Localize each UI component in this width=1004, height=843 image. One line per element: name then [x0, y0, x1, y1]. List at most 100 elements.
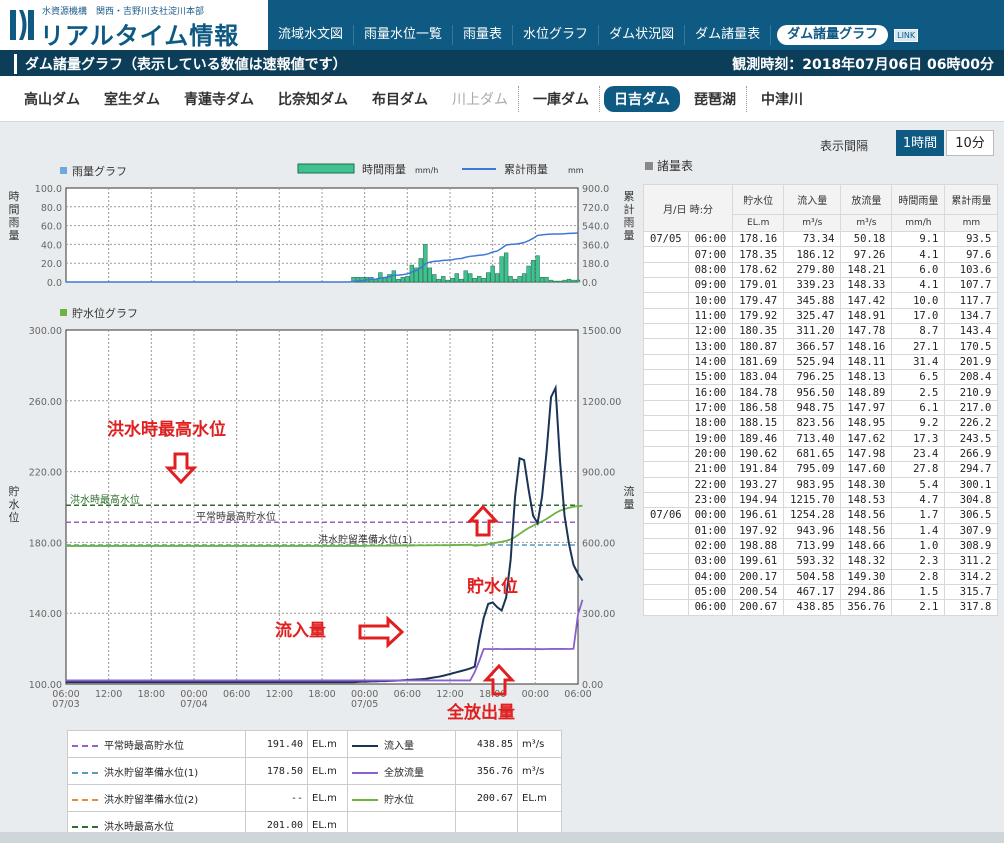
tab-takayama[interactable]: 高山ダム [14, 86, 90, 112]
legend-table: 平常時最高貯水位 191.40 EL.m 流入量 438.85 m³/s 洪水貯留準備水位(… [67, 730, 562, 839]
table-row: 18:00 188.15 823.56 148.95 9.2 226.2 [643, 415, 999, 432]
rain-bar [566, 278, 572, 283]
nav-rain-level-list[interactable]: 雨量水位一覧 [354, 25, 454, 45]
rain-bar [530, 260, 536, 283]
nav-rain-table[interactable]: 雨量表 [453, 25, 514, 45]
table-cell: 304.8 [944, 491, 999, 509]
legend-series-name: 流入量 [347, 730, 456, 758]
table-row: 21:00 191.84 795.09 147.60 27.8 294.7 [643, 461, 999, 478]
legend-row: 洪水貯留準備水位(1) 178.50 EL.m 全放流量 356.76 m³/s [67, 757, 562, 785]
legend-line-swatch [352, 771, 378, 774]
tab-biwako[interactable]: 琵琶湖 [684, 85, 747, 112]
table-row: 05:00 200.54 467.17 294.86 1.5 315.7 [643, 583, 999, 601]
level-xtick: 12:00 [95, 689, 122, 700]
legend-ref-unit: EL.m [307, 730, 348, 758]
table-cell: 366.57 [783, 338, 842, 355]
cell-time: 15:00 [688, 369, 734, 386]
table-cell: 1.4 [891, 522, 946, 539]
rain-y2tick: 0.0 [582, 278, 597, 289]
table-cell: 200.17 [732, 568, 785, 585]
rain-y2tick: 720.0 [582, 203, 609, 214]
legend-ref-name: 平常時最高貯水位 [67, 730, 246, 758]
table-cell: 681.65 [783, 445, 842, 463]
cell-date [643, 461, 689, 478]
table-cell: 266.9 [944, 445, 999, 463]
cell-time: 06:00 [688, 599, 734, 616]
table-cell: 179.01 [732, 277, 785, 294]
tab-murou[interactable]: 室生ダム [94, 86, 170, 112]
table-cell: 149.30 [840, 568, 893, 585]
tab-nakatsugawa[interactable]: 中津川 [751, 86, 813, 112]
table-cell: 210.9 [944, 384, 999, 401]
rain-bar [562, 279, 567, 283]
table-cell: 201.9 [944, 353, 999, 371]
level-xtick: 00:00 [522, 689, 549, 700]
table-cell: 713.99 [783, 537, 842, 555]
cell-time: 12:00 [688, 323, 734, 340]
table-cell: 948.75 [783, 399, 842, 417]
table-cell: 325.47 [783, 307, 842, 325]
legend-series-unit: EL.m [517, 784, 562, 812]
level-ytick: 260.00 [29, 397, 62, 408]
rain-bar [526, 265, 531, 283]
link-badge-icon[interactable]: LINK [894, 28, 919, 42]
nav-dam-table[interactable]: ダム諸量表 [685, 25, 772, 45]
table-cell: 311.20 [783, 323, 842, 340]
col-inflow: 流入量 [783, 184, 842, 215]
rain-bar [405, 276, 410, 283]
nav-dam-graph[interactable]: ダム諸量グラフ [777, 25, 889, 45]
cell-date [643, 445, 689, 463]
cell-time: 21:00 [688, 461, 734, 478]
table-cell: 1215.70 [783, 491, 842, 509]
table-row: 03:00 199.61 593.32 148.32 2.3 311.2 [643, 553, 999, 570]
table-cell: 148.89 [840, 384, 893, 401]
table-cell: 148.56 [840, 507, 893, 524]
unit-inflow: m³/s [783, 214, 842, 232]
tab-hiyoshi[interactable]: 日吉ダム [604, 85, 680, 112]
table-cell: 148.11 [840, 353, 893, 371]
tab-nunome[interactable]: 布目ダム [362, 86, 438, 112]
table-cell: 148.53 [840, 491, 893, 509]
rain-bar [427, 267, 432, 283]
tab-hitokura[interactable]: 一庫ダム [523, 85, 600, 112]
cell-date [643, 292, 689, 309]
label-flood-max: 洪水時最高水位 [70, 493, 140, 506]
rain-bar [486, 272, 491, 283]
rain-bar [544, 277, 549, 283]
table-cell: 148.33 [840, 277, 893, 294]
cell-time: 00:00 [688, 507, 734, 524]
nav-level-graph[interactable]: 水位グラフ [513, 25, 600, 45]
table-cell: 147.42 [840, 292, 893, 309]
table-cell: 31.4 [891, 353, 946, 371]
rain-bar [454, 273, 459, 283]
legend-row: 洪水貯留準備水位(2) -- EL.m 貯水位 200.67 EL.m [67, 784, 562, 812]
cell-date [643, 415, 689, 432]
cell-time: 20:00 [688, 445, 734, 463]
level-ylabel-char: 位 [9, 510, 20, 524]
cell-time: 17:00 [688, 399, 734, 417]
table-cell: 356.76 [840, 599, 893, 616]
interval-1h-button[interactable]: 1時間 [896, 130, 944, 156]
table-cell: 795.09 [783, 461, 842, 478]
tab-shorenji[interactable]: 青蓮寺ダム [174, 86, 264, 112]
cell-time: 09:00 [688, 277, 734, 294]
level-y2tick: 1500.00 [582, 326, 621, 337]
nav-dam-status[interactable]: ダム状況図 [599, 25, 686, 45]
tab-hinachi[interactable]: 比奈知ダム [268, 86, 358, 112]
legend-ref-label: 洪水時最高水位 [104, 821, 174, 833]
cell-time: 06:00 [688, 230, 734, 248]
nav-basin-map[interactable]: 流域水文図 [268, 25, 355, 45]
cell-date [643, 399, 689, 417]
table-cell: 170.5 [944, 338, 999, 355]
table-row: 15:00 183.04 796.25 148.13 6.5 208.4 [643, 369, 999, 386]
legend-series-label: 貯水位 [384, 794, 414, 806]
rain-bar [468, 273, 473, 283]
rain-y2tick: 900.0 [582, 184, 609, 195]
unit-hourly-rain: mm/h [891, 214, 946, 232]
rain-bar [575, 279, 581, 283]
charts-svg: 雨量グラフ 100.0 900.0 80.0 720.0 60.0 540.0 40.0 360… [9, 162, 635, 723]
logo[interactable]: 水資源機構 関西・吉野川支社淀川本部 リアルタイム情報 [0, 0, 268, 50]
table-cell: 196.61 [732, 507, 785, 524]
table-cell: 147.98 [840, 445, 893, 463]
interval-10min-button[interactable]: 10分 [946, 130, 994, 156]
